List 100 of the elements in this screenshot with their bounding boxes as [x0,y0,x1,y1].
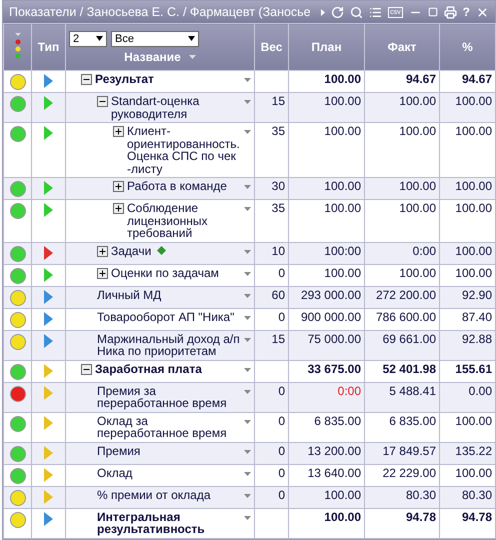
caret-icon [96,36,103,41]
plan-cell: 100:00 [288,242,364,264]
level-select[interactable]: 2 [69,30,107,46]
status-header[interactable] [4,24,32,70]
dropdown-caret-icon[interactable] [244,207,251,211]
maximize-icon[interactable] [428,7,438,17]
fact-cell: 22 229.00 [364,464,440,486]
fact-cell: 100.00 [364,200,440,242]
traffic-light-icon [14,32,20,60]
sort-caret-icon[interactable] [188,54,196,58]
indicator-name: Маржинальный доход а/п Ника по приоритетам [97,332,241,358]
percent-cell: 100.00 [440,464,496,486]
plan-cell: 293 000.00 [288,286,364,308]
dropdown-caret-icon[interactable] [244,130,251,134]
indicator-name: Премия [97,444,142,457]
weight-cell: 15 [254,330,288,360]
plan-cell: 100.00 [288,264,364,286]
dropdown-caret-icon[interactable] [244,494,251,498]
weight-cell: 0 [254,264,288,286]
expand-toggle[interactable] [97,246,108,256]
help-button[interactable]: ? [462,5,470,19]
dropdown-caret-icon[interactable] [244,516,251,520]
plan-cell: 13 640.00 [288,464,364,486]
dropdown-caret-icon[interactable] [244,420,251,424]
indicator-name: Клиент-ориентированность. Оценка СПС по чек -листу [127,125,241,175]
column-header[interactable]: Название [124,50,181,64]
caret-icon [321,8,326,16]
indicator-name: Результат [95,73,155,86]
indicator-name: Товарооборот АП "Ника" [97,310,236,323]
indicator-name: Интегральная результативность [97,510,206,536]
print-icon[interactable] [444,6,457,18]
collapse-toggle[interactable] [81,364,92,374]
dropdown-caret-icon[interactable] [244,338,251,342]
percent-cell: 100.00 [440,264,496,286]
dropdown-caret-icon[interactable] [244,450,251,454]
percent-cell: 80.30 [440,486,496,508]
caret-icon [188,36,195,41]
dropdown-caret-icon[interactable] [244,185,251,189]
fact-cell: 100.00 [364,264,440,286]
dropdown-caret-icon[interactable] [244,294,251,298]
percent-cell: 100.00 [440,200,496,242]
plan-cell: 100.00 [288,508,364,538]
fact-cell: 69 661.00 [364,330,440,360]
plan-cell: 75 000.00 [288,330,364,360]
dropdown-caret-icon[interactable] [244,368,251,372]
column-header[interactable]: План [288,24,364,70]
weight-cell: 10 [254,242,288,264]
percent-cell: 87.40 [440,308,496,330]
dropdown-caret-icon[interactable] [244,100,251,104]
percent-cell: 94.78 [440,508,496,538]
plan-cell: 33 675.00 [288,360,364,382]
fact-cell: 6 835.00 [364,412,440,442]
close-icon[interactable] [476,6,489,18]
column-header[interactable]: Вес [254,24,288,70]
percent-cell: 135.22 [440,442,496,464]
column-header[interactable]: % [440,24,496,70]
window-title: Показатели / Заносьева Е. С. / Фармацевт (Заносье [9,5,312,19]
expand-toggle[interactable] [97,268,108,278]
collapse-toggle[interactable] [81,74,92,85]
fact-cell: 5 488.41 [364,382,440,412]
indicator-name: Задачи [111,244,241,257]
fact-cell: 17 849.57 [364,442,440,464]
dropdown-caret-icon[interactable] [244,272,251,276]
dropdown-caret-icon[interactable] [244,78,251,82]
refresh-icon[interactable] [331,6,344,18]
dropdown-caret-icon[interactable] [244,316,251,320]
plan-cell: 13 200.00 [288,442,364,464]
scope-select[interactable]: Все [111,30,199,46]
weight-cell: 0 [254,308,288,330]
column-header[interactable]: Факт [364,24,440,70]
indicator-name: Оклад [97,466,134,479]
weight-cell: 0 [254,486,288,508]
expand-toggle[interactable] [113,203,124,214]
fact-cell: 272 200.00 [364,286,440,308]
weight-cell: 0 [254,412,288,442]
indicator-name: % премии от оклада [97,488,212,501]
fact-cell: 80.30 [364,486,440,508]
plan-cell: 900 000.00 [288,308,364,330]
indicator-name: Оклад за переработанное время [97,414,228,440]
indicator-name: Standart-оценка руководителя [111,95,200,120]
expand-toggle[interactable] [113,126,124,137]
percent-cell: 100.00 [440,242,496,264]
search-icon[interactable] [350,6,364,18]
column-header[interactable]: Тип [32,24,66,70]
dropdown-caret-icon[interactable] [244,250,251,254]
dropdown-caret-icon[interactable] [244,472,251,476]
percent-cell: 100.00 [440,412,496,442]
weight-cell: 0 [254,442,288,464]
weight-cell: 0 [254,464,288,486]
percent-cell: 92.90 [440,286,496,308]
list-icon[interactable] [369,6,382,18]
weight-cell: 35 [254,200,288,242]
indicator-name: Заработная плата [95,362,203,375]
fact-cell: 94.78 [364,508,440,538]
plan-cell: 0:00 [288,382,364,412]
expand-toggle[interactable] [113,181,124,192]
fact-cell: 0:00 [364,242,440,264]
fact-cell: 52 401.98 [364,360,440,382]
dropdown-caret-icon[interactable] [244,390,251,394]
collapse-toggle[interactable] [97,96,108,107]
